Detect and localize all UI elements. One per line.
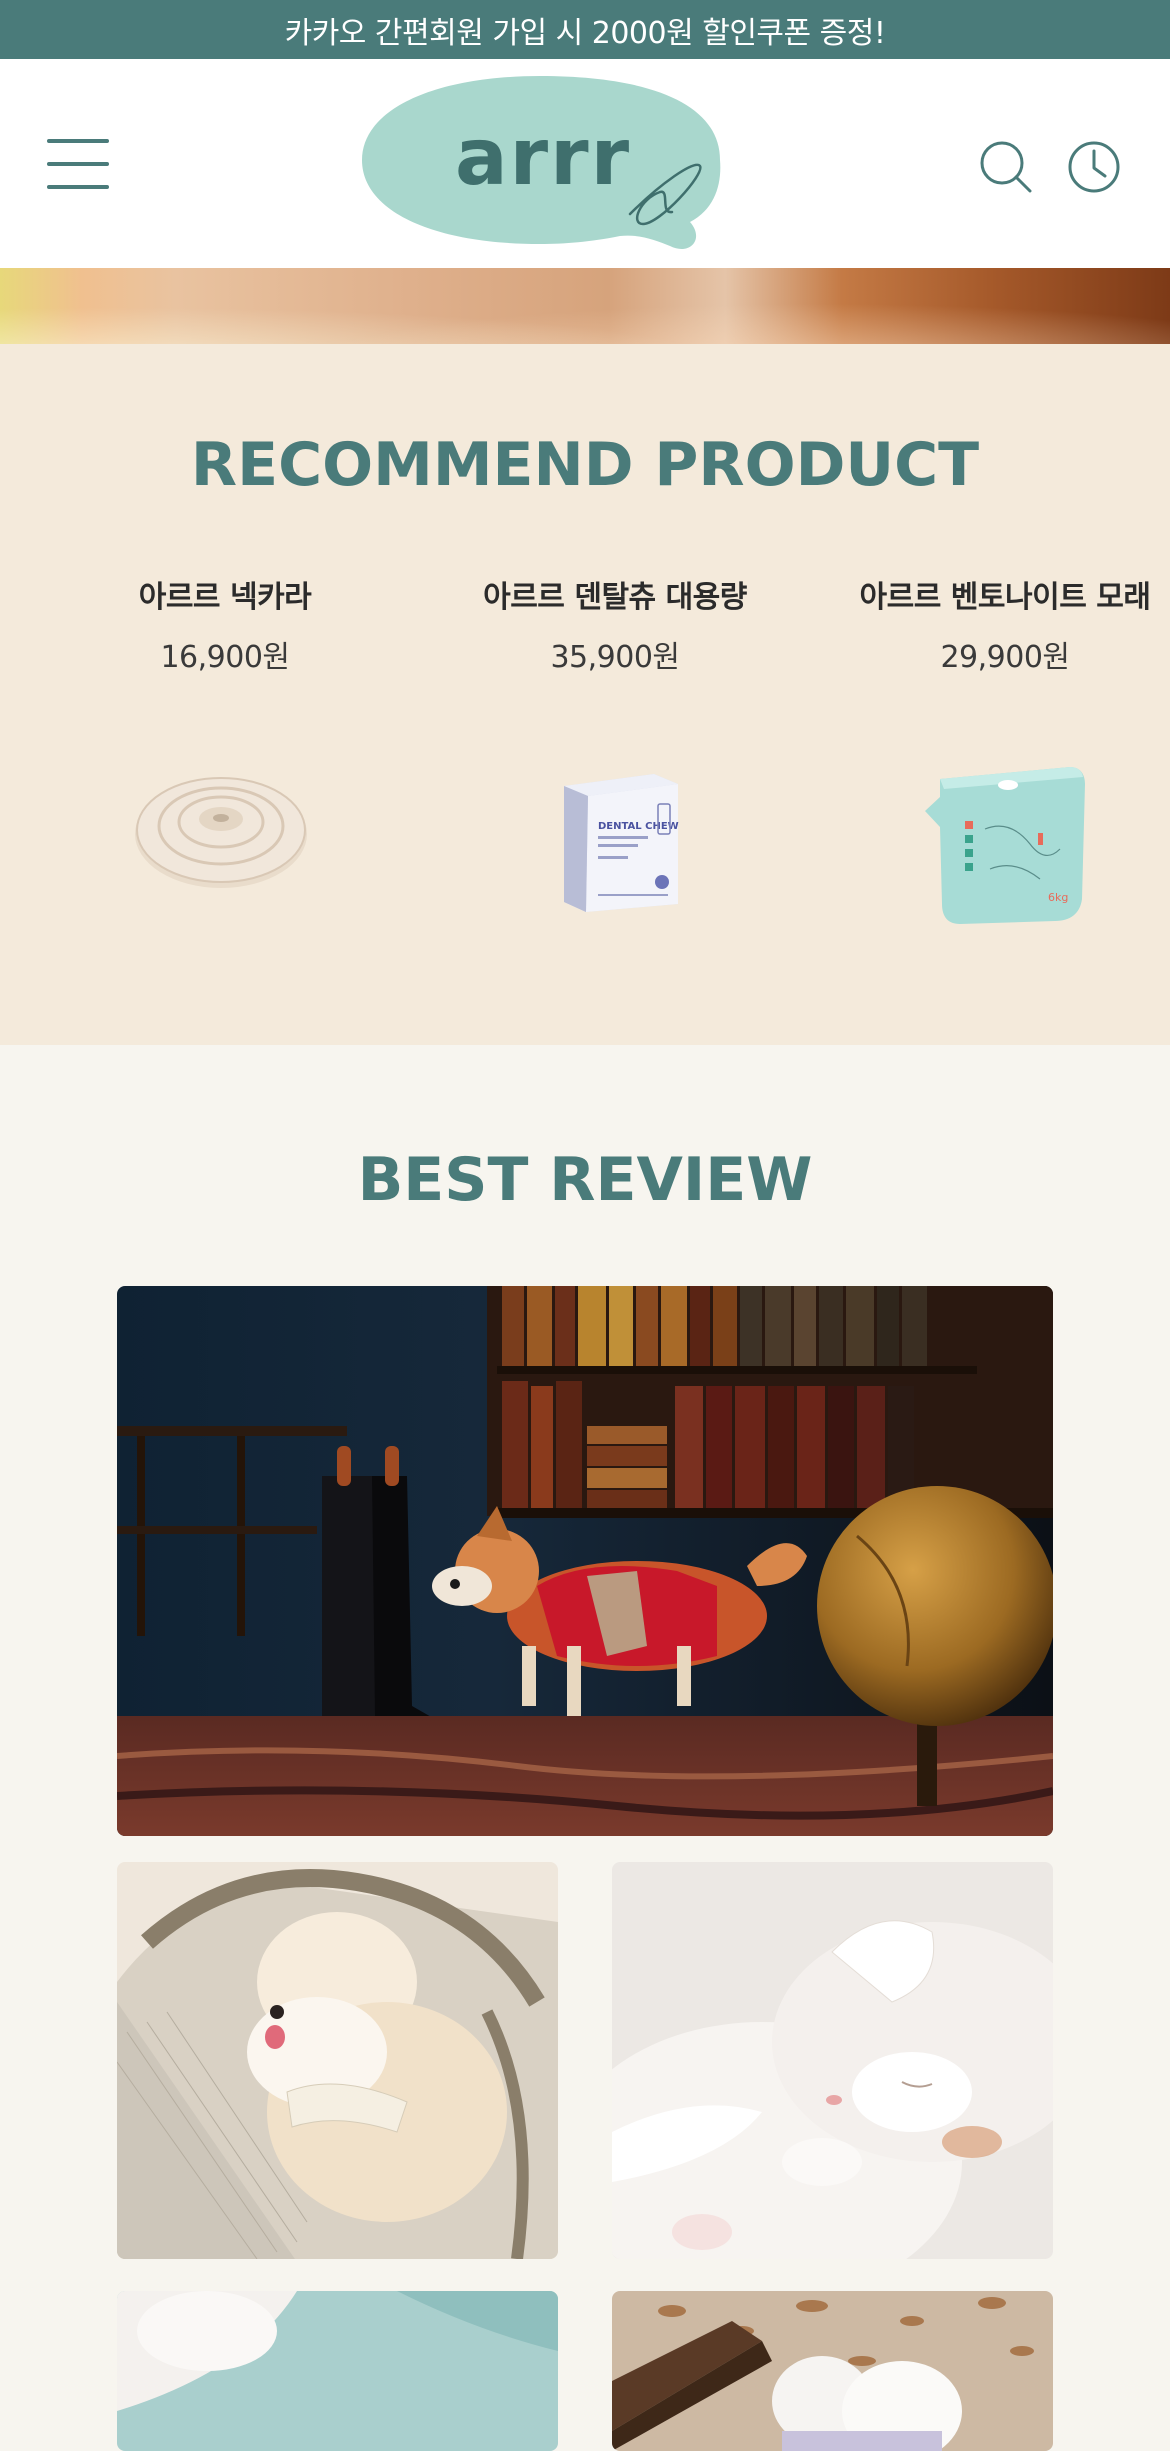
best-review-section: BEST REVIEW: [0, 1045, 1170, 2451]
site-header: arrr: [0, 59, 1170, 268]
svg-text:6kg: 6kg: [1048, 891, 1068, 904]
promo-bar[interactable]: 카카오 간편회원 가입 시 2000원 할인쿠폰 증정!: [0, 0, 1170, 59]
product-card[interactable]: 아르르 넥카라 16,900원: [30, 572, 420, 676]
logo-text: arrr: [455, 113, 631, 203]
review-image-dog-library[interactable]: [117, 1286, 1053, 1836]
product-image-dental-chew[interactable]: DENTAL CHEW: [550, 764, 682, 918]
product-price: 35,900원: [550, 640, 680, 675]
product-card[interactable]: 아르르 덴탈츄 대용량 35,900원: [420, 572, 810, 676]
review-image-dog-bench[interactable]: [612, 2291, 1053, 2451]
recommend-title: RECOMMEND PRODUCT: [190, 430, 980, 500]
review-image-white-cat[interactable]: [612, 1862, 1053, 2259]
best-review-title: BEST REVIEW: [357, 1145, 813, 1215]
search-icon[interactable]: [978, 139, 1034, 195]
product-price: 16,900원: [160, 640, 290, 675]
product-image-neck-collar[interactable]: [130, 764, 312, 898]
review-image-teal-blanket[interactable]: [117, 2291, 558, 2451]
product-name: 아르르 덴탈츄 대용량: [483, 580, 747, 615]
product-image-bentonite-litter[interactable]: 6kg: [920, 749, 1092, 933]
dental-box-label: DENTAL CHEW: [598, 821, 679, 832]
logo[interactable]: arrr: [360, 74, 725, 254]
hamburger-menu-icon[interactable]: [47, 139, 109, 191]
clock-icon[interactable]: [1066, 139, 1122, 195]
product-price: 29,900원: [940, 640, 1070, 675]
review-image-pomeranian-bag[interactable]: [117, 1862, 558, 2259]
product-name: 아르르 넥카라: [138, 580, 312, 615]
promo-text: 카카오 간편회원 가입 시 2000원 할인쿠폰 증정!: [284, 15, 886, 51]
recommend-product-section: RECOMMEND PRODUCT 아르르 넥카라 16,900원 아르르 덴탈…: [0, 344, 1170, 1045]
product-card[interactable]: 아르르 벤토나이트 모래 29,900원: [810, 572, 1170, 676]
product-name: 아르르 벤토나이트 모래: [859, 580, 1151, 615]
hero-banner-image[interactable]: [0, 268, 1170, 344]
